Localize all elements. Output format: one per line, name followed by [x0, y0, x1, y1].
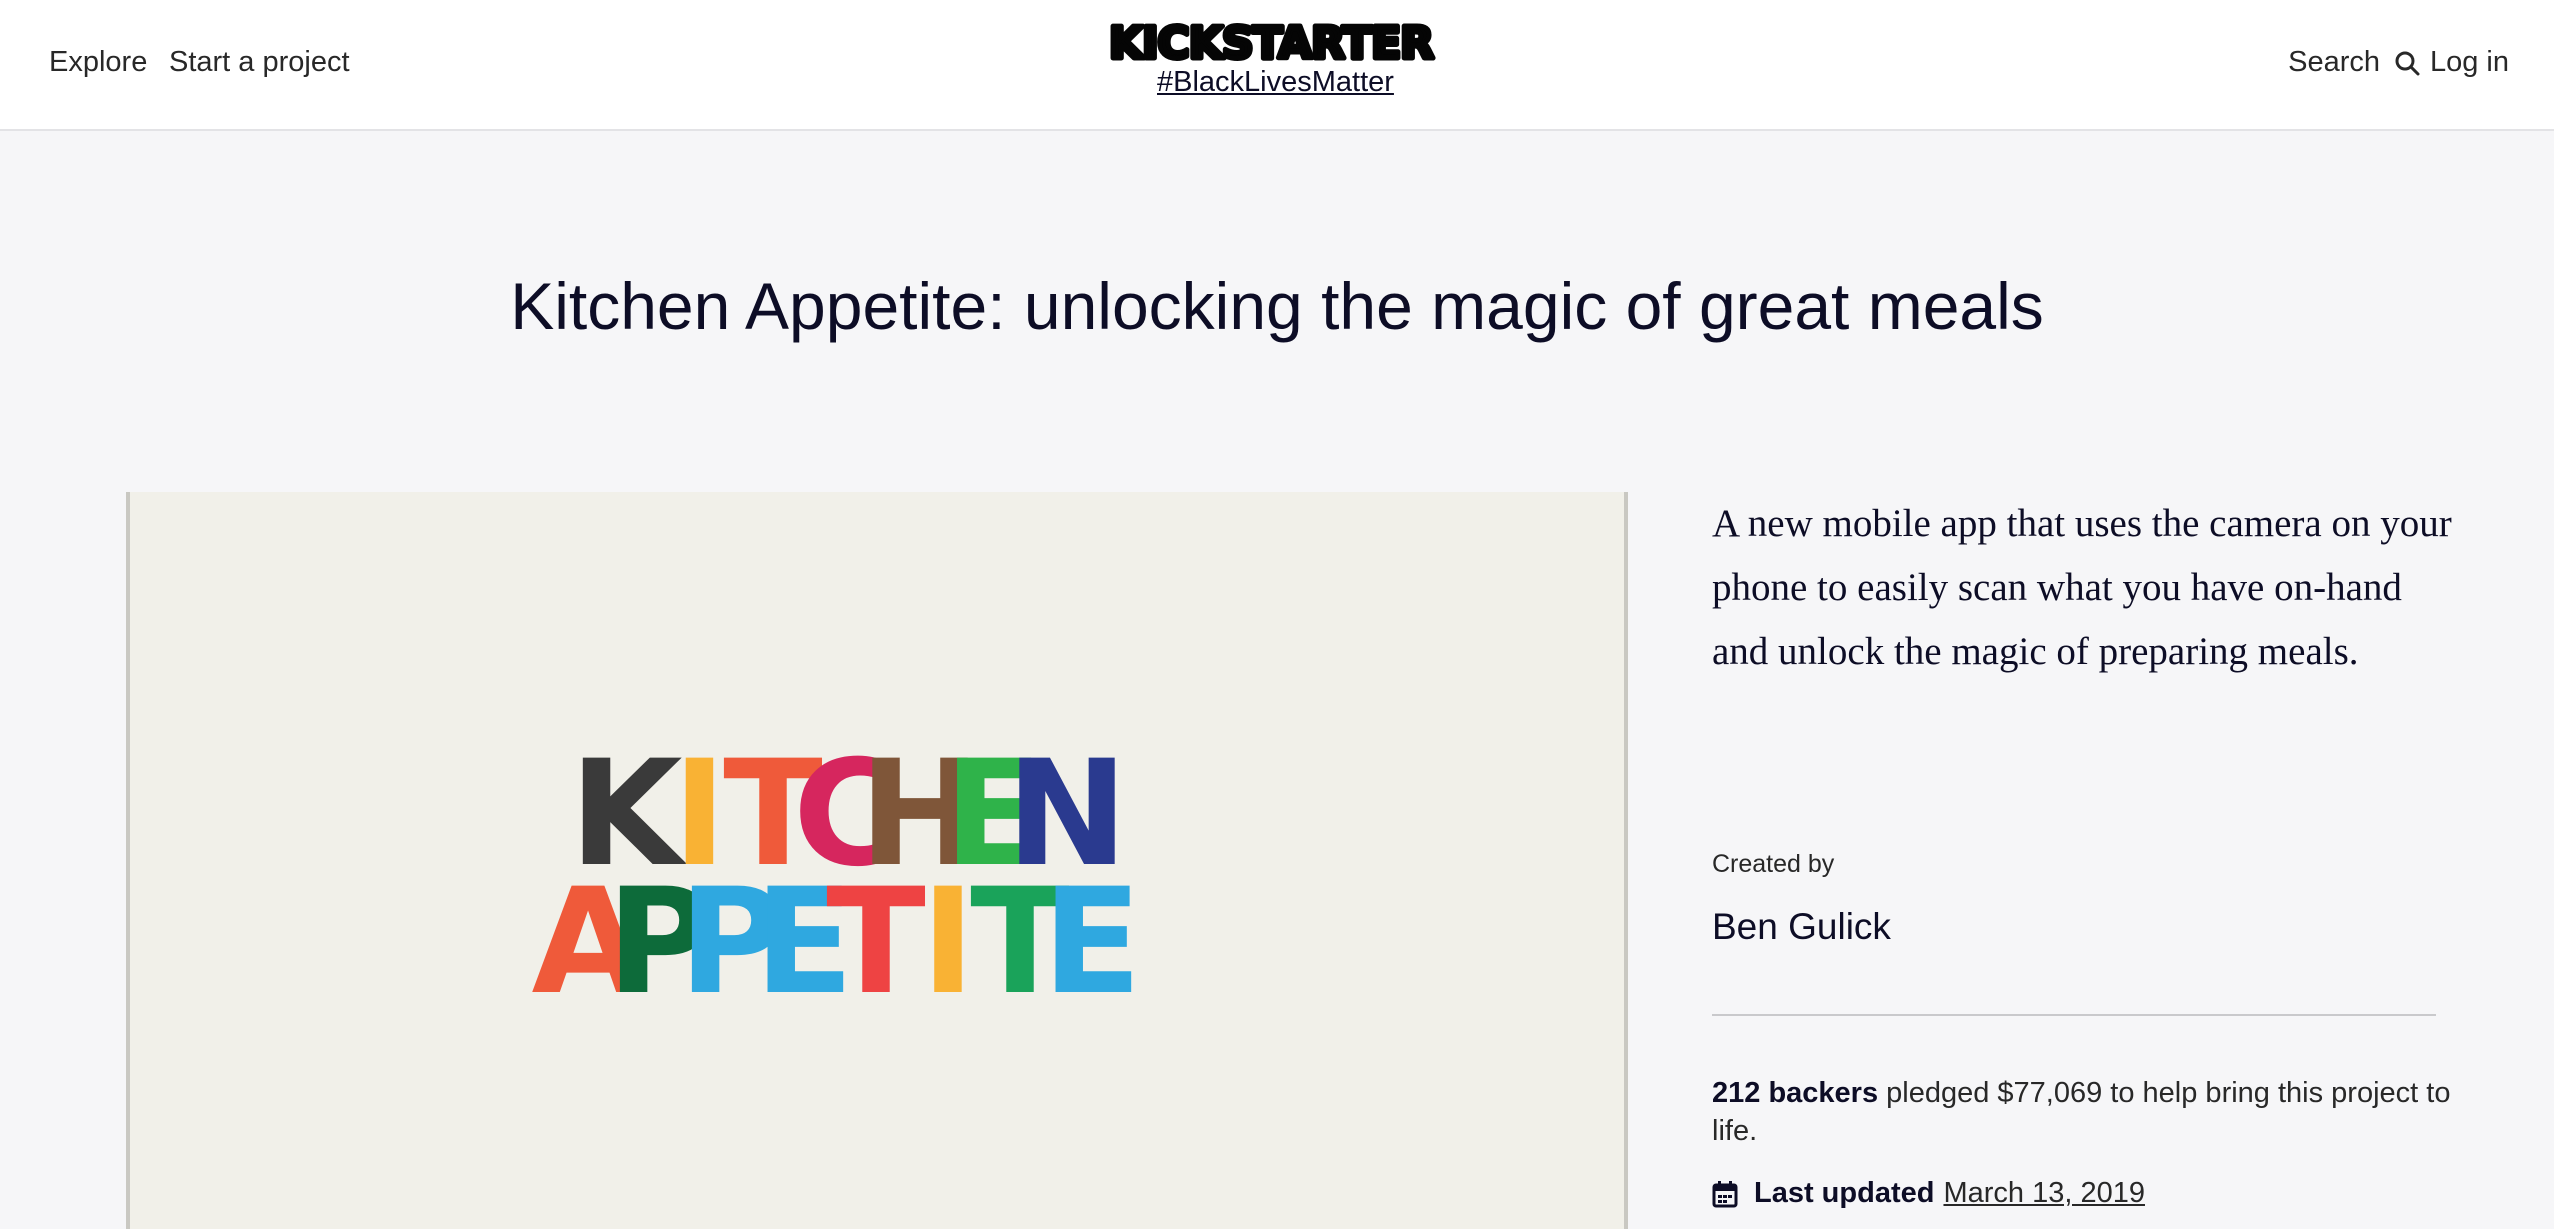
- search-button[interactable]: Search: [2288, 46, 2420, 79]
- backers-count: 212 backers: [1712, 1077, 1879, 1109]
- created-by-label: Created by: [1712, 850, 1835, 878]
- image-letter-2-8: E: [1042, 857, 1142, 1027]
- creator-name-link[interactable]: Ben Gulick: [1712, 906, 1891, 948]
- search-icon: [2395, 51, 2420, 75]
- kickstarter-logo[interactable]: KICKSTARTER: [1097, 14, 1445, 72]
- last-updated-label: Last updated: [1754, 1177, 1935, 1209]
- project-video[interactable]: KITCHEN APPETITE: [126, 492, 1628, 1229]
- image-letter-2-6: I: [921, 857, 975, 1027]
- divider: [1712, 1014, 2436, 1016]
- calendar-icon: [1712, 1180, 1738, 1207]
- project-image: KITCHEN APPETITE: [532, 729, 1142, 1027]
- project-title: Kitchen Appetite: unlocking the magic of…: [510, 269, 2044, 343]
- start-project-link[interactable]: Start a project: [169, 46, 350, 79]
- black-lives-matter-link[interactable]: #BlackLivesMatter: [1157, 66, 1394, 99]
- search-label: Search: [2288, 46, 2380, 78]
- image-letter-2-5: T: [826, 857, 926, 1027]
- site-header: Explore Start a project KICKSTARTER #Bla…: [0, 0, 2554, 131]
- login-link[interactable]: Log in: [2430, 46, 2509, 79]
- last-updated: Last updated March 13, 2019: [1712, 1177, 2145, 1210]
- explore-link[interactable]: Explore: [49, 46, 147, 79]
- project-blurb: A new mobile app that uses the camera on…: [1712, 502, 2452, 673]
- pledge-summary: 212 backers pledged $77,069 to help brin…: [1712, 1074, 2452, 1150]
- svg-text:KICKSTARTER: KICKSTARTER: [1109, 18, 1433, 69]
- last-updated-date-link[interactable]: March 13, 2019: [1943, 1177, 2145, 1210]
